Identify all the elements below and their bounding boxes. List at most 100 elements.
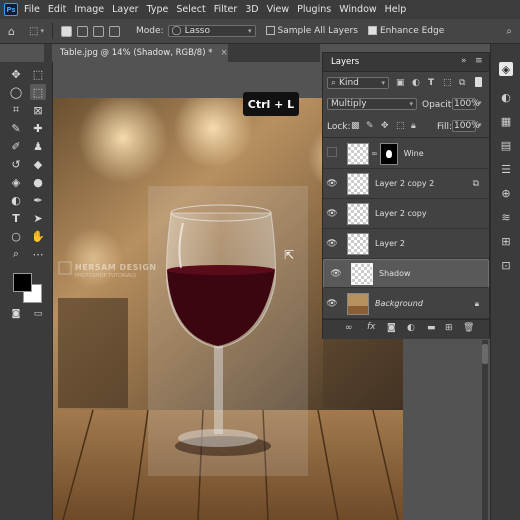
path-selection-tool-icon[interactable]: ➤ xyxy=(30,210,46,226)
new-selection-icon[interactable] xyxy=(60,25,72,37)
menu-3d[interactable]: 3D xyxy=(245,4,258,15)
layer-row-layer-2[interactable]: 👁︎ Layer 2 xyxy=(323,229,489,259)
move-tool-icon[interactable]: ✥ xyxy=(8,66,24,82)
filter-shape-icon[interactable]: ⬚ xyxy=(443,78,452,88)
menu-plugins[interactable]: Plugins xyxy=(297,4,331,15)
enhance-edge-checkbox[interactable] xyxy=(367,26,377,35)
home-icon[interactable]: ⌂ xyxy=(8,25,15,38)
dodge-tool-icon[interactable]: ◐ xyxy=(8,192,24,208)
screen-mode-icon[interactable]: ▭ xyxy=(30,306,46,322)
sample-all-layers-option[interactable]: Sample All Layers xyxy=(265,26,358,36)
panel-menu-icon[interactable]: ≡ xyxy=(475,56,483,66)
add-to-selection-icon[interactable] xyxy=(76,25,88,37)
hand-tool-icon[interactable]: ✋ xyxy=(30,228,46,244)
filter-smart-object-icon[interactable]: ⧉ xyxy=(459,78,465,88)
zoom-tool-icon[interactable]: ⌕ xyxy=(8,246,24,262)
blur-tool-icon[interactable]: ● xyxy=(30,174,46,190)
search-icon[interactable]: ⌕ xyxy=(506,26,512,37)
menu-select[interactable]: Select xyxy=(176,4,205,15)
chevron-down-icon[interactable]: ▾ xyxy=(478,121,482,129)
adjustments-panel-icon[interactable]: ⊕ xyxy=(499,186,513,200)
history-brush-tool-icon[interactable]: ↺ xyxy=(8,156,24,172)
channels-panel-icon[interactable]: ≋ xyxy=(499,210,513,224)
pen-tool-icon[interactable]: ✒ xyxy=(30,192,46,208)
adjustment-layer-icon[interactable]: ◐ xyxy=(407,323,415,333)
ellipse-tool-icon[interactable]: ○ xyxy=(8,228,24,244)
lasso-tool-icon[interactable]: ◯ xyxy=(8,84,24,100)
layer-row-shadow[interactable]: 👁︎ Shadow xyxy=(323,259,489,288)
sample-all-layers-checkbox[interactable] xyxy=(265,26,275,35)
fx-icon[interactable]: fx xyxy=(367,322,376,332)
link-icon[interactable]: ∞ xyxy=(371,149,378,158)
chevron-down-icon[interactable]: ▾ xyxy=(40,27,44,35)
filter-adjustment-icon[interactable]: ◐ xyxy=(412,78,420,88)
menu-layer[interactable]: Layer xyxy=(112,4,139,15)
subtract-selection-icon[interactable] xyxy=(92,25,104,37)
link-layers-icon[interactable]: ∞ xyxy=(345,323,353,333)
lock-position-icon[interactable]: ✥ xyxy=(381,121,389,131)
eye-icon[interactable]: 👁︎ xyxy=(323,239,341,249)
libraries-panel-icon[interactable]: ▤ xyxy=(499,138,513,152)
object-selection-tool-icon[interactable]: ⬚ xyxy=(29,26,38,37)
chevron-down-icon[interactable]: ▾ xyxy=(478,99,482,107)
vertical-scrollbar[interactable] xyxy=(482,340,488,520)
menu-filter[interactable]: Filter xyxy=(214,4,238,15)
quick-mask-icon[interactable]: ◙ xyxy=(8,306,24,322)
filter-type-icon[interactable]: T xyxy=(428,78,434,88)
eye-icon[interactable]: 👁︎ xyxy=(323,209,341,219)
lock-image-icon[interactable]: ✎ xyxy=(366,121,374,131)
enhance-edge-option[interactable]: Enhance Edge xyxy=(367,26,444,36)
lock-artboard-icon[interactable]: ⬚ xyxy=(396,121,405,131)
eraser-tool-icon[interactable]: ◆ xyxy=(30,156,46,172)
blend-mode-select[interactable]: Multiply ▾ xyxy=(327,98,417,110)
properties-panel-icon[interactable]: ☰ xyxy=(499,162,513,176)
menu-window[interactable]: Window xyxy=(339,4,376,15)
eyedropper-tool-icon[interactable]: ✎ xyxy=(8,120,24,136)
swatches-panel-icon[interactable]: ▦ xyxy=(499,114,513,128)
close-icon[interactable]: × xyxy=(220,48,227,58)
menu-type[interactable]: Type xyxy=(147,4,169,15)
lock-transparent-icon[interactable]: ▩ xyxy=(351,121,360,131)
menu-file[interactable]: File xyxy=(24,4,40,15)
intersect-selection-icon[interactable] xyxy=(108,25,120,37)
brush-tool-icon[interactable]: ✐ xyxy=(8,138,24,154)
history-panel-icon[interactable]: ⊡ xyxy=(499,258,513,272)
eye-icon[interactable]: 👁︎ xyxy=(323,179,341,189)
trash-icon[interactable]: 🗑︎ xyxy=(463,323,474,333)
layer-row-wine[interactable]: ∞ Wine xyxy=(323,139,489,169)
filter-kind-select[interactable]: ⌕ Kind ▾ xyxy=(327,77,389,89)
type-tool-icon[interactable]: T xyxy=(8,210,24,226)
filter-toggle-icon[interactable] xyxy=(475,77,482,87)
collapse-icon[interactable]: » xyxy=(461,56,467,66)
object-selection-tool-icon[interactable]: ⬚ xyxy=(30,84,46,100)
marquee-tool-icon[interactable]: ⬚ xyxy=(30,66,46,82)
fill-input[interactable]: 100% xyxy=(452,120,480,132)
layer-row-layer-2-copy[interactable]: 👁︎ Layer 2 copy xyxy=(323,199,489,229)
clone-stamp-tool-icon[interactable]: ♟ xyxy=(30,138,46,154)
add-mask-icon[interactable]: ◙ xyxy=(387,323,396,333)
mode-select[interactable]: ◯ Lasso ▾ xyxy=(167,25,256,37)
filter-pixel-icon[interactable]: ▣ xyxy=(396,78,405,88)
eye-icon[interactable]: 👁︎ xyxy=(327,269,345,279)
layers-panel-icon[interactable]: ◈ xyxy=(499,62,513,76)
frame-tool-icon[interactable]: ⊠ xyxy=(30,102,46,118)
crop-tool-icon[interactable]: ⌗ xyxy=(8,102,24,118)
scrollbar-thumb[interactable] xyxy=(482,344,488,364)
eye-icon[interactable]: 👁︎ xyxy=(323,299,341,309)
paint-bucket-tool-icon[interactable]: ◈ xyxy=(8,174,24,190)
opacity-input[interactable]: 100% xyxy=(452,98,480,110)
paths-panel-icon[interactable]: ⊞ xyxy=(499,234,513,248)
new-layer-icon[interactable]: ⊞ xyxy=(445,323,453,333)
more-tools-icon[interactable]: ⋯ xyxy=(30,246,46,262)
color-panel-icon[interactable]: ◐ xyxy=(499,90,513,104)
visibility-toggle[interactable] xyxy=(323,147,341,160)
foreground-color-swatch[interactable] xyxy=(13,273,32,292)
layer-row-layer-2-copy-2[interactable]: 👁︎ Layer 2 copy 2 ⧉ xyxy=(323,169,489,199)
lock-all-icon[interactable]: 🔒︎ xyxy=(411,121,416,131)
spot-healing-tool-icon[interactable]: ✚ xyxy=(30,120,46,136)
document-tab[interactable]: Table.jpg @ 14% (Shadow, RGB/8) * × xyxy=(52,44,228,62)
layer-mask-thumbnail[interactable] xyxy=(379,142,398,165)
menu-help[interactable]: Help xyxy=(385,4,407,15)
menu-edit[interactable]: Edit xyxy=(48,4,66,15)
group-folder-icon[interactable]: ▬ xyxy=(427,323,436,333)
